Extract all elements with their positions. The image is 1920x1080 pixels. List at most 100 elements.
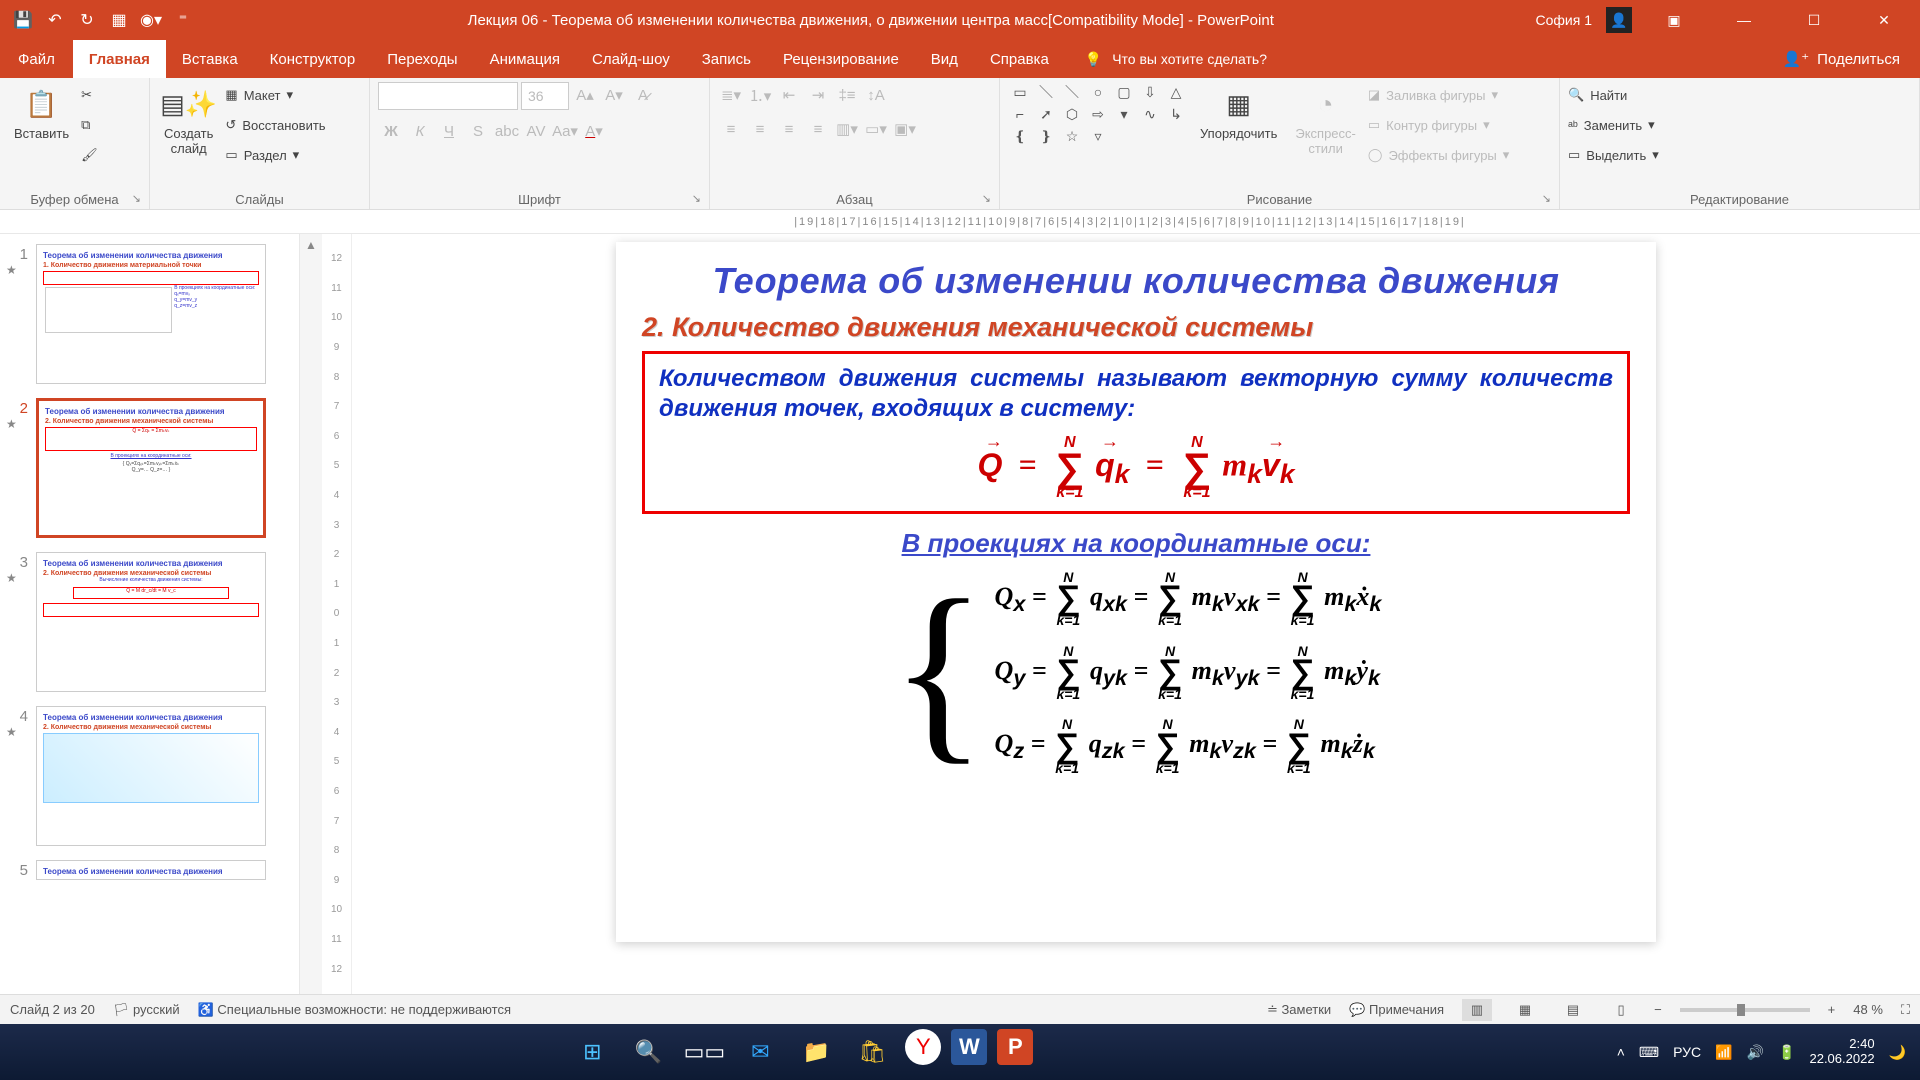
thumbnail-3[interactable]: 3★ Теорема об изменении количества движе… (6, 552, 293, 692)
maximize-button[interactable]: ☐ (1786, 0, 1842, 40)
volume-icon[interactable]: 🔊 (1747, 1044, 1764, 1061)
font-family-input[interactable] (378, 82, 518, 110)
share-button[interactable]: 👤⁺ Поделиться (1763, 40, 1920, 78)
find-button[interactable]: 🔍 Найти (1568, 82, 1659, 108)
keyboard-icon[interactable]: ⌨ (1639, 1044, 1659, 1061)
align-right-button[interactable]: ≡ (776, 116, 802, 142)
tab-insert[interactable]: Вставка (166, 40, 254, 78)
shadow-button[interactable]: S (465, 118, 491, 144)
italic-button[interactable]: К (407, 118, 433, 144)
shape-star-icon[interactable]: ☆ (1060, 126, 1084, 146)
tab-record[interactable]: Запись (686, 40, 767, 78)
copy-button[interactable]: ⧉ (81, 112, 98, 138)
underline-button[interactable]: Ч (436, 118, 462, 144)
thumbnail-5[interactable]: 5 Теорема об изменении количества движен… (6, 860, 293, 880)
zoom-out-button[interactable]: − (1654, 1002, 1662, 1017)
tab-review[interactable]: Рецензирование (767, 40, 915, 78)
start-from-beginning-icon[interactable]: ▦ (108, 9, 130, 31)
minimize-button[interactable]: — (1716, 0, 1772, 40)
align-text-vert-button[interactable]: ▭▾ (863, 116, 889, 142)
font-color-button[interactable]: A▾ (581, 118, 607, 144)
mail-app-icon[interactable]: ✉ (737, 1029, 783, 1075)
decrease-font-icon[interactable]: A▾ (601, 82, 627, 108)
dialog-launcher-icon[interactable]: ↘ (982, 192, 991, 205)
numbering-button[interactable]: ⒈▾ (747, 82, 773, 108)
task-view-button[interactable]: ▭▭ (681, 1029, 727, 1075)
yandex-icon[interactable]: Y (905, 1029, 941, 1065)
dialog-launcher-icon[interactable]: ↘ (1542, 192, 1551, 205)
replace-button[interactable]: ᵃᵇ Заменить ▾ (1568, 112, 1659, 138)
layout-button[interactable]: ▦ Макет ▾ (225, 82, 325, 108)
align-center-button[interactable]: ≡ (747, 116, 773, 142)
shape-arrow-icon[interactable]: ➚ (1034, 104, 1058, 124)
shape-brace-r-icon[interactable]: ❵ (1034, 126, 1058, 146)
tell-me-search[interactable]: 💡 Что вы хотите сделать? (1065, 40, 1267, 78)
word-icon[interactable]: W (951, 1029, 987, 1065)
powerpoint-icon[interactable]: P (997, 1029, 1033, 1065)
bold-button[interactable]: Ж (378, 118, 404, 144)
normal-view-button[interactable]: ▥ (1462, 999, 1492, 1021)
comments-button[interactable]: 💬 Примечания (1349, 1002, 1444, 1018)
tab-slideshow[interactable]: Слайд-шоу (576, 40, 686, 78)
horizontal-ruler[interactable]: |19|18|17|16|15|14|13|12|11|10|9|8|7|6|5… (0, 210, 1920, 234)
cut-button[interactable]: ✂ (81, 82, 98, 108)
quick-styles-button[interactable]: ◔ Экспресс- стили (1289, 82, 1362, 160)
tab-view[interactable]: Вид (915, 40, 974, 78)
tab-animations[interactable]: Анимация (474, 40, 576, 78)
format-painter-button[interactable]: 🖌 (81, 142, 98, 168)
shape-line-icon[interactable]: ＼ (1034, 82, 1058, 102)
shape-expand-icon[interactable]: ▿ (1086, 126, 1110, 146)
justify-button[interactable]: ≡ (805, 116, 831, 142)
increase-font-icon[interactable]: A▴ (572, 82, 598, 108)
shape-l-icon[interactable]: ⌐ (1008, 104, 1032, 124)
qat-more-icon[interactable]: ⁼ (172, 9, 194, 31)
accessibility-status[interactable]: ♿ Специальные возможности: не поддержива… (198, 1002, 511, 1018)
start-button[interactable]: ⊞ (569, 1029, 615, 1075)
increase-indent-button[interactable]: ⇥ (805, 82, 831, 108)
slide-counter[interactable]: Слайд 2 из 20 (10, 1002, 95, 1017)
notifications-icon[interactable]: 🌙 (1889, 1044, 1906, 1061)
text-direction-button[interactable]: ↕A (863, 82, 889, 108)
ribbon-display-icon[interactable]: ▣ (1646, 0, 1702, 40)
redo-icon[interactable]: ↻ (76, 9, 98, 31)
slide-thumbnails-panel[interactable]: 1★ Теорема об изменении количества движе… (0, 234, 300, 994)
char-spacing-button[interactable]: AV (523, 118, 549, 144)
new-slide-button[interactable]: ▤✨ Создать слайд (158, 82, 219, 160)
current-slide[interactable]: Теорема об изменении количества движения… (616, 242, 1656, 942)
shape-curve-icon[interactable]: ∿ (1138, 104, 1162, 124)
user-avatar-icon[interactable]: 👤 (1606, 7, 1632, 33)
reset-button[interactable]: ↺ Восстановить (225, 112, 325, 138)
search-button[interactable]: 🔍 (625, 1029, 671, 1075)
section-button[interactable]: ▭ Раздел ▾ (225, 142, 325, 168)
language-indicator[interactable]: 🏳 русский (113, 1002, 180, 1018)
font-size-input[interactable] (521, 82, 569, 110)
tab-design[interactable]: Конструктор (254, 40, 372, 78)
shape-arrow-r-icon[interactable]: ⇨ (1086, 104, 1110, 124)
shapes-gallery[interactable]: ▭＼＼○▢⇩ △⌐➚⬡⇨▾ ∿↳❴❵☆▿ (1008, 82, 1188, 146)
shape-effects-button[interactable]: ◯ Эффекты фигуры ▾ (1368, 142, 1509, 168)
thumbnail-scrollbar[interactable]: ▲ (300, 234, 322, 994)
tab-transitions[interactable]: Переходы (371, 40, 473, 78)
tray-chevron-icon[interactable]: ˄ (1617, 1044, 1625, 1060)
slide-sorter-button[interactable]: ▦ (1510, 999, 1540, 1021)
fit-to-window-button[interactable]: ⛶ (1901, 1002, 1910, 1018)
dialog-launcher-icon[interactable]: ↘ (692, 192, 701, 205)
battery-icon[interactable]: 🔋 (1778, 1044, 1795, 1061)
smartart-button[interactable]: ▣▾ (892, 116, 918, 142)
change-case-button[interactable]: Aa▾ (552, 118, 578, 144)
thumbnail-2[interactable]: 2★ Теорема об изменении количества движе… (6, 398, 293, 538)
notes-button[interactable]: ≐ Заметки (1267, 1002, 1331, 1018)
tab-home[interactable]: Главная (73, 40, 166, 78)
align-left-button[interactable]: ≡ (718, 116, 744, 142)
columns-button[interactable]: ▥▾ (834, 116, 860, 142)
zoom-level[interactable]: 48 % (1853, 1002, 1883, 1017)
explorer-icon[interactable]: 📁 (793, 1029, 839, 1075)
zoom-in-button[interactable]: + (1828, 1002, 1836, 1017)
vertical-ruler[interactable]: 1211109876543210123456789101112 (322, 234, 352, 994)
shape-hex-icon[interactable]: ⬡ (1060, 104, 1084, 124)
thumbnail-1[interactable]: 1★ Теорема об изменении количества движе… (6, 244, 293, 384)
save-icon[interactable]: 💾 (12, 9, 34, 31)
shape-brace-l-icon[interactable]: ❴ (1008, 126, 1032, 146)
clear-format-icon[interactable]: A̷ (630, 82, 656, 108)
line-spacing-button[interactable]: ‡≡ (834, 82, 860, 108)
